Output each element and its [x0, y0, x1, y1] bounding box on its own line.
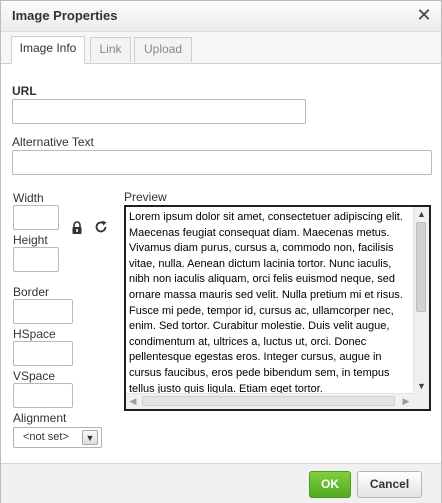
preview-vertical-scrollbar[interactable]: ▲ ▼ — [413, 207, 429, 393]
alignment-select[interactable]: <not set> ▼ — [13, 427, 102, 448]
alignment-value: <not set> — [23, 431, 69, 443]
image-properties-dialog: Image Properties ✕ Image Info Link Uploa… — [0, 0, 442, 503]
url-input[interactable] — [12, 99, 306, 124]
alt-text-label: Alternative Text — [12, 135, 94, 149]
vspace-label: VSpace — [13, 369, 56, 383]
reset-size-icon[interactable] — [94, 220, 108, 237]
tab-image-info[interactable]: Image Info — [11, 36, 85, 64]
alt-text-input[interactable] — [12, 150, 432, 175]
hspace-input[interactable] — [13, 341, 73, 366]
preview-horizontal-scrollbar[interactable]: ◀ ▶ — [126, 393, 413, 409]
scroll-left-icon[interactable]: ◀ — [126, 394, 140, 409]
height-label: Height — [13, 233, 48, 247]
tab-label: Image Info — [19, 41, 77, 55]
scroll-thumb[interactable] — [416, 222, 426, 312]
height-input[interactable] — [13, 247, 59, 272]
scroll-thumb[interactable] — [142, 396, 395, 406]
tab-label: Upload — [143, 42, 183, 56]
dialog-title: Image Properties — [12, 8, 118, 23]
tab-link[interactable]: Link — [90, 37, 131, 62]
border-input[interactable] — [13, 299, 73, 324]
ok-button[interactable]: OK — [309, 471, 351, 498]
tab-label: Link — [99, 42, 122, 56]
scroll-right-icon[interactable]: ▶ — [399, 394, 413, 409]
lock-icon[interactable] — [71, 221, 83, 237]
tab-upload[interactable]: Upload — [134, 37, 192, 62]
preview-pane[interactable]: Lorem ipsum dolor sit amet, consectetuer… — [124, 205, 431, 411]
hspace-label: HSpace — [13, 327, 56, 341]
close-icon[interactable]: ✕ — [415, 5, 433, 25]
width-label: Width — [13, 191, 44, 205]
scrollbar-corner — [413, 390, 429, 409]
chevron-down-icon[interactable]: ▼ — [82, 430, 98, 445]
preview-label: Preview — [124, 190, 167, 204]
cancel-button[interactable]: Cancel — [357, 471, 422, 498]
alignment-label: Alignment — [13, 411, 67, 425]
dialog-titlebar[interactable]: Image Properties ✕ — [1, 1, 441, 32]
scroll-up-icon[interactable]: ▲ — [414, 207, 429, 221]
border-label: Border — [13, 285, 50, 299]
url-label: URL — [12, 84, 37, 98]
vspace-input[interactable] — [13, 383, 73, 408]
preview-text: Lorem ipsum dolor sit amet, consectetuer… — [129, 211, 403, 395]
width-input[interactable] — [13, 205, 59, 230]
